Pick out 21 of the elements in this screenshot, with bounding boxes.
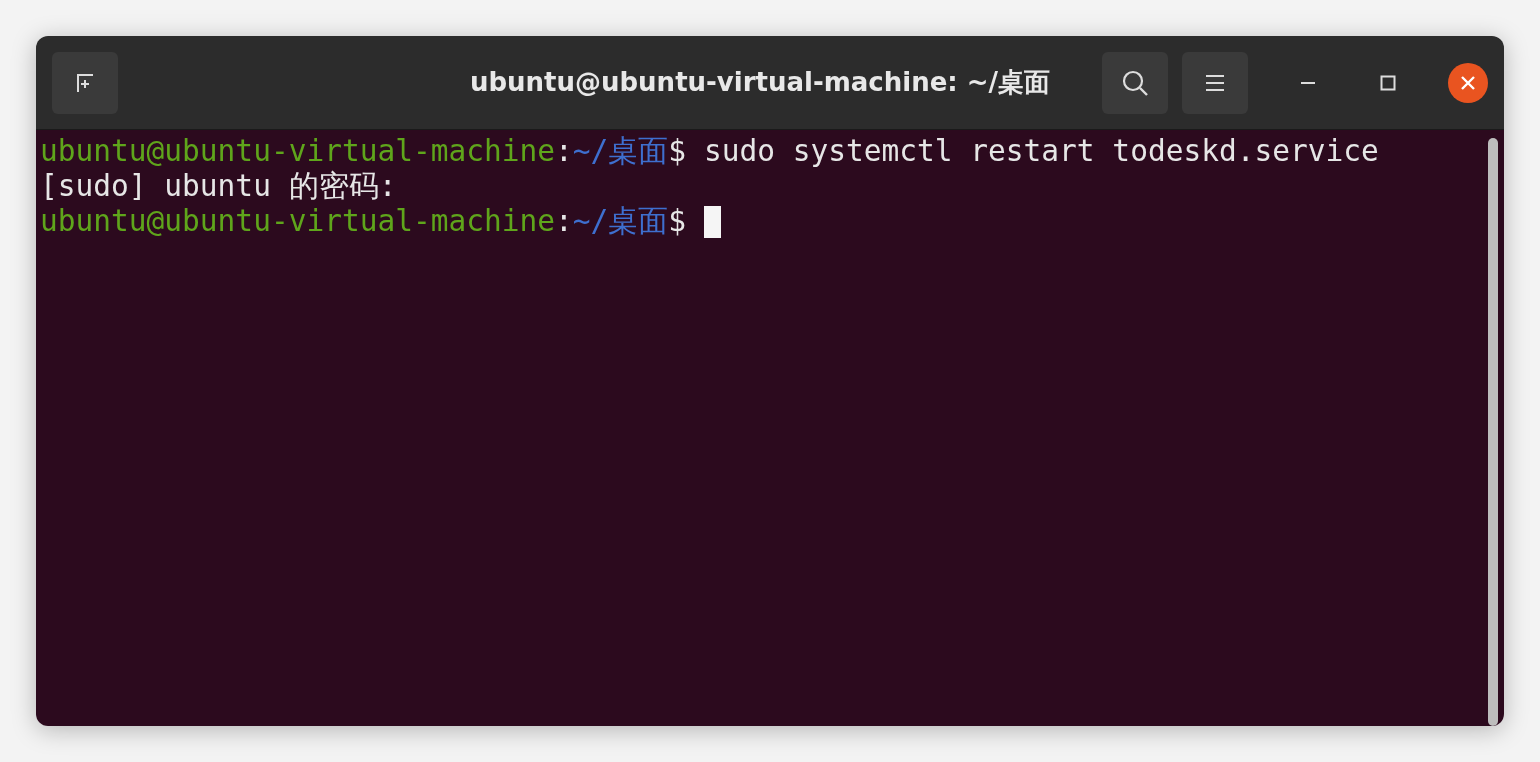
prompt-user: ubuntu@ubuntu-virtual-machine [40,134,556,169]
scrollbar[interactable] [1488,138,1498,726]
search-button[interactable] [1102,51,1168,114]
minimize-icon [1300,80,1316,85]
menu-icon [1205,73,1225,92]
window-title: ubuntu@ubuntu-virtual-machine: ~/桌面 [468,66,1052,99]
new-tab-button[interactable] [52,51,118,114]
terminal-text: $ [668,204,688,239]
prompt-path: ~/桌面 [572,204,669,239]
terminal-text: : [555,134,573,169]
close-icon [1460,74,1476,91]
search-icon [1121,68,1149,97]
prompt-user: ubuntu@ubuntu-virtual-machine [40,204,556,239]
new-tab-icon [74,71,96,94]
terminal-text: $ sudo systemctl restart todeskd.service [668,134,1379,169]
close-button[interactable] [1448,62,1488,103]
terminal-text: [sudo] ubuntu 的密码: [40,169,397,204]
prompt-path: ~/桌面 [572,134,669,169]
menu-button[interactable] [1182,51,1248,114]
maximize-icon [1380,74,1396,91]
terminal-text: : [555,204,573,239]
